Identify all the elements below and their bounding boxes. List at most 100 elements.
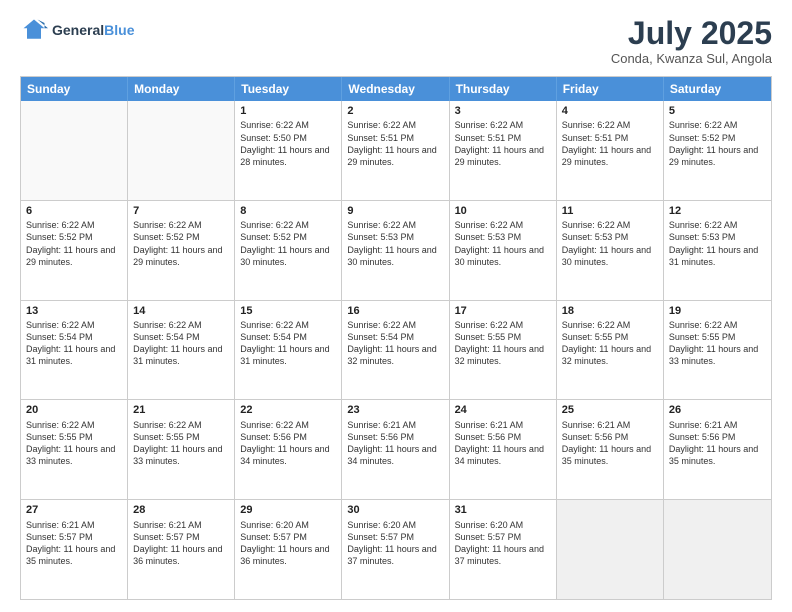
cell-detail: Sunrise: 6:21 AM Sunset: 5:56 PM Dayligh… — [347, 419, 443, 468]
cell-detail: Sunrise: 6:20 AM Sunset: 5:57 PM Dayligh… — [240, 519, 336, 568]
day-number: 7 — [133, 204, 229, 218]
cal-cell: 25Sunrise: 6:21 AM Sunset: 5:56 PM Dayli… — [557, 400, 664, 499]
day-number: 15 — [240, 304, 336, 318]
cal-cell: 28 Sunrise: 6:21 AM Sunset: 5:57 PM Dayli… — [128, 500, 235, 599]
cal-cell: 23 Sunrise: 6:21 AM Sunset: 5:56 PM Dayli… — [342, 400, 449, 499]
cell-detail: Sunrise: 6:22 AM Sunset: 5:54 PM Dayligh… — [26, 319, 122, 368]
cell-detail: Sunrise: 6:22 AM Sunset: 5:53 PM Dayligh… — [347, 219, 443, 268]
cal-cell: 15Sunrise: 6:22 AM Sunset: 5:54 PM Dayli… — [235, 301, 342, 400]
cell-detail: Sunrise: 6:22 AM Sunset: 5:55 PM Dayligh… — [669, 319, 766, 368]
day-number: 11 — [562, 204, 658, 218]
day-number: 1 — [240, 104, 336, 118]
title-block: July 2025 Conda, Kwanza Sul, Angola — [611, 16, 772, 66]
location: Conda, Kwanza Sul, Angola — [611, 51, 772, 66]
logo-icon — [20, 16, 48, 44]
cal-week-4: 20 Sunrise: 6:22 AM Sunset: 5:55 PM Dayli… — [21, 400, 771, 500]
cal-header-day-wednesday: Wednesday — [342, 77, 449, 101]
cell-detail: Sunrise: 6:20 AM Sunset: 5:57 PM Dayligh… — [347, 519, 443, 568]
cal-cell: 6Sunrise: 6:22 AM Sunset: 5:52 PM Daylig… — [21, 201, 128, 300]
cell-detail: Sunrise: 6:21 AM Sunset: 5:57 PM Dayligh… — [26, 519, 122, 568]
cell-detail: Sunrise: 6:22 AM Sunset: 5:51 PM Dayligh… — [562, 119, 658, 168]
cal-cell: 22 Sunrise: 6:22 AM Sunset: 5:56 PM Dayli… — [235, 400, 342, 499]
cal-cell: 12Sunrise: 6:22 AM Sunset: 5:53 PM Dayli… — [664, 201, 771, 300]
cal-header-day-friday: Friday — [557, 77, 664, 101]
cal-cell: 24 Sunrise: 6:21 AM Sunset: 5:56 PM Dayli… — [450, 400, 557, 499]
cal-cell: 8Sunrise: 6:22 AM Sunset: 5:52 PM Daylig… — [235, 201, 342, 300]
cell-detail: Sunrise: 6:22 AM Sunset: 5:55 PM Dayligh… — [133, 419, 229, 468]
cal-cell: 29 Sunrise: 6:20 AM Sunset: 5:57 PM Dayli… — [235, 500, 342, 599]
day-number: 20 — [26, 403, 122, 417]
cal-cell: 17Sunrise: 6:22 AM Sunset: 5:55 PM Dayli… — [450, 301, 557, 400]
day-number: 26 — [669, 403, 766, 417]
cell-detail: Sunrise: 6:22 AM Sunset: 5:53 PM Dayligh… — [562, 219, 658, 268]
day-number: 2 — [347, 104, 443, 118]
cal-cell: 9Sunrise: 6:22 AM Sunset: 5:53 PM Daylig… — [342, 201, 449, 300]
cal-cell: 4Sunrise: 6:22 AM Sunset: 5:51 PM Daylig… — [557, 101, 664, 200]
cal-cell: 5Sunrise: 6:22 AM Sunset: 5:52 PM Daylig… — [664, 101, 771, 200]
calendar: SundayMondayTuesdayWednesdayThursdayFrid… — [20, 76, 772, 600]
cell-detail: Sunrise: 6:22 AM Sunset: 5:52 PM Dayligh… — [26, 219, 122, 268]
cell-detail: Sunrise: 6:21 AM Sunset: 5:56 PM Dayligh… — [669, 419, 766, 468]
day-number: 10 — [455, 204, 551, 218]
cal-cell: 7Sunrise: 6:22 AM Sunset: 5:52 PM Daylig… — [128, 201, 235, 300]
cal-cell: 19Sunrise: 6:22 AM Sunset: 5:55 PM Dayli… — [664, 301, 771, 400]
cell-detail: Sunrise: 6:21 AM Sunset: 5:57 PM Dayligh… — [133, 519, 229, 568]
cal-cell — [557, 500, 664, 599]
cell-detail: Sunrise: 6:22 AM Sunset: 5:52 PM Dayligh… — [669, 119, 766, 168]
day-number: 22 — [240, 403, 336, 417]
day-number: 12 — [669, 204, 766, 218]
day-number: 31 — [455, 503, 551, 517]
day-number: 21 — [133, 403, 229, 417]
header: GeneralBlue July 2025 Conda, Kwanza Sul,… — [20, 16, 772, 66]
cal-header-day-tuesday: Tuesday — [235, 77, 342, 101]
cal-cell: 27 Sunrise: 6:21 AM Sunset: 5:57 PM Dayli… — [21, 500, 128, 599]
cal-cell: 31 Sunrise: 6:20 AM Sunset: 5:57 PM Dayli… — [450, 500, 557, 599]
day-number: 24 — [455, 403, 551, 417]
day-number: 17 — [455, 304, 551, 318]
cell-detail: Sunrise: 6:22 AM Sunset: 5:54 PM Dayligh… — [133, 319, 229, 368]
day-number: 27 — [26, 503, 122, 517]
cal-cell — [21, 101, 128, 200]
cell-detail: Sunrise: 6:22 AM Sunset: 5:52 PM Dayligh… — [240, 219, 336, 268]
cell-detail: Sunrise: 6:22 AM Sunset: 5:55 PM Dayligh… — [455, 319, 551, 368]
month-title: July 2025 — [611, 16, 772, 51]
cal-cell: 1Sunrise: 6:22 AM Sunset: 5:50 PM Daylig… — [235, 101, 342, 200]
cell-detail: Sunrise: 6:22 AM Sunset: 5:55 PM Dayligh… — [26, 419, 122, 468]
day-number: 5 — [669, 104, 766, 118]
day-number: 29 — [240, 503, 336, 517]
day-number: 23 — [347, 403, 443, 417]
cell-detail: Sunrise: 6:22 AM Sunset: 5:55 PM Dayligh… — [562, 319, 658, 368]
cell-detail: Sunrise: 6:22 AM Sunset: 5:53 PM Dayligh… — [455, 219, 551, 268]
cell-detail: Sunrise: 6:21 AM Sunset: 5:56 PM Dayligh… — [562, 419, 658, 468]
cal-cell: 10Sunrise: 6:22 AM Sunset: 5:53 PM Dayli… — [450, 201, 557, 300]
cal-cell: 26 Sunrise: 6:21 AM Sunset: 5:56 PM Dayli… — [664, 400, 771, 499]
cal-cell — [664, 500, 771, 599]
day-number: 14 — [133, 304, 229, 318]
cal-week-1: 1Sunrise: 6:22 AM Sunset: 5:50 PM Daylig… — [21, 101, 771, 201]
cal-cell — [128, 101, 235, 200]
day-number: 3 — [455, 104, 551, 118]
cell-detail: Sunrise: 6:22 AM Sunset: 5:53 PM Dayligh… — [669, 219, 766, 268]
cell-detail: Sunrise: 6:22 AM Sunset: 5:54 PM Dayligh… — [240, 319, 336, 368]
logo-text: GeneralBlue — [52, 22, 134, 38]
cal-header-day-monday: Monday — [128, 77, 235, 101]
cal-week-5: 27 Sunrise: 6:21 AM Sunset: 5:57 PM Dayli… — [21, 500, 771, 599]
day-number: 16 — [347, 304, 443, 318]
cell-detail: Sunrise: 6:21 AM Sunset: 5:56 PM Dayligh… — [455, 419, 551, 468]
cal-cell: 13Sunrise: 6:22 AM Sunset: 5:54 PM Dayli… — [21, 301, 128, 400]
cell-detail: Sunrise: 6:22 AM Sunset: 5:52 PM Dayligh… — [133, 219, 229, 268]
cal-header-day-saturday: Saturday — [664, 77, 771, 101]
cell-detail: Sunrise: 6:20 AM Sunset: 5:57 PM Dayligh… — [455, 519, 551, 568]
cal-week-3: 13Sunrise: 6:22 AM Sunset: 5:54 PM Dayli… — [21, 301, 771, 401]
cal-cell: 16Sunrise: 6:22 AM Sunset: 5:54 PM Dayli… — [342, 301, 449, 400]
cal-cell: 11Sunrise: 6:22 AM Sunset: 5:53 PM Dayli… — [557, 201, 664, 300]
cal-cell: 2Sunrise: 6:22 AM Sunset: 5:51 PM Daylig… — [342, 101, 449, 200]
day-number: 19 — [669, 304, 766, 318]
page: GeneralBlue July 2025 Conda, Kwanza Sul,… — [0, 0, 792, 612]
day-number: 28 — [133, 503, 229, 517]
cal-header-day-thursday: Thursday — [450, 77, 557, 101]
day-number: 13 — [26, 304, 122, 318]
cal-cell: 3Sunrise: 6:22 AM Sunset: 5:51 PM Daylig… — [450, 101, 557, 200]
cal-cell: 30Sunrise: 6:20 AM Sunset: 5:57 PM Dayli… — [342, 500, 449, 599]
cell-detail: Sunrise: 6:22 AM Sunset: 5:56 PM Dayligh… — [240, 419, 336, 468]
